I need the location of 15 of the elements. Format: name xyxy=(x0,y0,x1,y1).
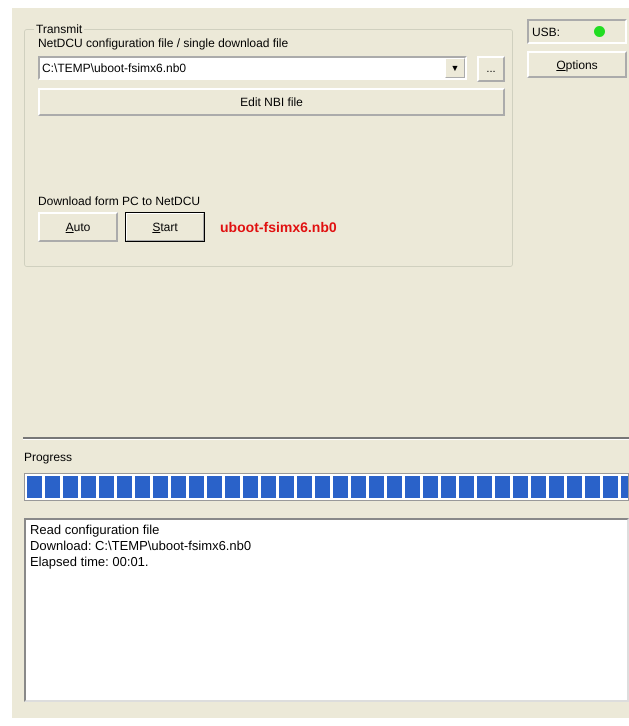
download-filename: uboot-fsimx6.nb0 xyxy=(220,219,337,235)
usb-label: USB: xyxy=(532,24,560,38)
action-button[interactable]: Auto xyxy=(38,212,118,242)
browse-button[interactable]: ... xyxy=(477,56,505,82)
download-label: Download form PC to NetDCU xyxy=(38,194,202,208)
progress-label: Progress xyxy=(24,450,74,464)
file-label: NetDCU configuration file / single download file xyxy=(38,36,290,50)
group-title: Transmit xyxy=(35,22,84,36)
action-button[interactable]: Start xyxy=(125,212,205,242)
log-line: Elapsed time: 00:01. xyxy=(30,554,150,570)
edit-nbi-button[interactable]: Edit NBI file xyxy=(38,88,505,116)
log-line: Download: C:\TEMP\uboot-fsimx6.nb0 xyxy=(30,538,252,554)
log-line: Read configuration file xyxy=(30,522,160,538)
options-button[interactable]: Options xyxy=(527,51,627,78)
file-combo[interactable]: C:\TEMP\uboot-fsimx6.nb0 ▼ xyxy=(38,56,467,80)
